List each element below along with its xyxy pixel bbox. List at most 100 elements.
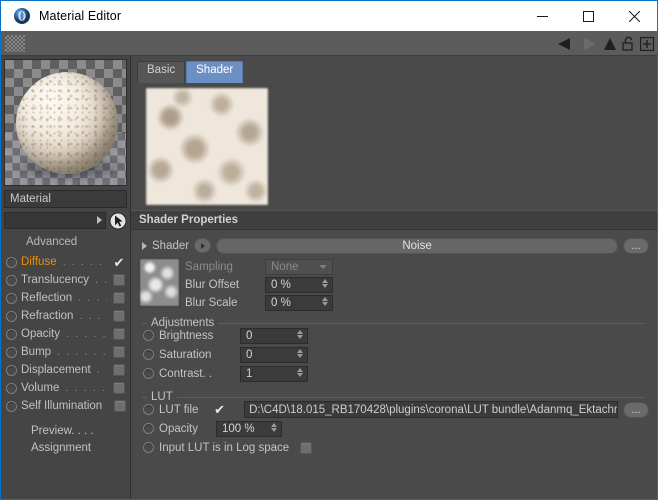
lut-file-path-input[interactable]: D:\C4D\18.015_RB170428\plugins\corona\LU… [244, 401, 618, 418]
maximize-icon[interactable] [565, 1, 611, 31]
contrast-stepper[interactable] [297, 367, 303, 377]
channel-dots: . . . [96, 364, 107, 376]
adjustments-body: Brightness 0 Saturation 0 Contrast. . 1 [139, 326, 649, 383]
channel-radio-icon[interactable] [6, 292, 17, 304]
channel-row-self-illumination[interactable]: Self Illumination [6, 397, 130, 415]
channel-row-translucency[interactable]: Translucency . . . [6, 271, 130, 289]
window-title: Material Editor [39, 9, 122, 23]
back-triangle-icon[interactable] [557, 31, 577, 56]
preview-sphere [16, 72, 118, 174]
lut-file-row: LUT file ✔ D:\C4D\18.015_RB170428\plugin… [143, 400, 649, 419]
channel-radio-icon[interactable] [6, 274, 17, 286]
channel-dots: . . . . . . . . [66, 328, 107, 340]
noise-texture-preview[interactable] [145, 87, 269, 206]
preview-link[interactable]: Preview. . . . [31, 425, 130, 442]
contrast-row: Contrast. . 1 [143, 364, 649, 383]
lut-file-checkbox[interactable]: ✔ [214, 403, 225, 416]
lut-opacity-row: Opacity 100 % [143, 419, 649, 438]
channel-list: Advanced Diffuse . . . . . . . . ✔ Trans… [1, 236, 130, 459]
saturation-input[interactable]: 0 [240, 346, 308, 363]
editor-body: Material Advanced Diffuse . . . . . ✔ Tr… [1, 56, 657, 499]
channel-radio-icon[interactable] [6, 310, 17, 322]
channel-checkbox[interactable] [113, 346, 125, 358]
lut-file-browse-button[interactable]: ... [623, 401, 649, 418]
shader-dropdown-icon[interactable] [194, 238, 212, 253]
material-name-field[interactable]: Material [4, 190, 127, 208]
sampling-fields: Sampling None Blur Offset 0 % Blur Scale… [185, 258, 333, 312]
blur-offset-input[interactable]: 0 % [265, 277, 333, 293]
sampling-select[interactable]: None [265, 259, 333, 275]
channel-row-opacity[interactable]: Opacity . . . . . . . . [6, 325, 130, 343]
brightness-label: Brightness [159, 329, 214, 342]
lut-file-label: LUT file [159, 403, 199, 416]
channel-checkbox[interactable] [113, 328, 125, 340]
lut-opacity-input[interactable]: 100 % [216, 420, 282, 437]
channel-checkbox[interactable]: ✔ [113, 256, 125, 269]
lut-log-space-label: Input LUT is in Log space [159, 441, 290, 454]
lock-open-icon[interactable] [622, 31, 635, 56]
channel-checkbox[interactable] [113, 364, 125, 376]
shader-browse-button[interactable]: ... [623, 237, 649, 254]
blur-scale-value: 0 % [271, 297, 291, 309]
channel-row-volume[interactable]: Volume . . . . . . . . [6, 379, 130, 397]
lut-opacity-radio-icon[interactable] [143, 423, 154, 434]
material-sphere-preview[interactable] [4, 59, 127, 186]
search-input[interactable] [4, 212, 106, 229]
blur-scale-stepper[interactable] [322, 297, 328, 306]
contrast-radio-icon[interactable] [143, 368, 154, 379]
blur-offset-value: 0 % [271, 279, 291, 291]
contrast-value: 1 [246, 367, 253, 380]
brightness-stepper[interactable] [297, 329, 303, 339]
channel-row-bump[interactable]: Bump . . . . . . . . . [6, 343, 130, 361]
channel-radio-icon[interactable] [6, 328, 17, 340]
chevron-right-icon [95, 212, 103, 230]
saturation-radio-icon[interactable] [143, 349, 154, 360]
channel-radio-icon[interactable] [6, 364, 17, 376]
channel-row-reflection[interactable]: Reflection . . . . . [6, 289, 130, 307]
channel-row-displacement[interactable]: Displacement . . . [6, 361, 130, 379]
blur-offset-stepper[interactable] [322, 279, 328, 288]
channel-radio-icon[interactable] [6, 256, 17, 268]
channel-radio-icon[interactable] [6, 346, 17, 358]
channel-section-label: Advanced [26, 236, 78, 248]
lut-opacity-stepper[interactable] [271, 422, 277, 432]
channel-label: Volume [21, 382, 60, 394]
lut-group: LUT LUT file ✔ D:\C4D\18.015_RB170428\pl… [139, 390, 649, 457]
add-panel-icon[interactable] [640, 31, 654, 56]
assignment-link[interactable]: Assignment [31, 442, 130, 459]
channel-dots: . . . . . . . . [65, 382, 107, 394]
channel-checkbox[interactable] [113, 310, 125, 322]
lut-log-space-radio-icon[interactable] [143, 442, 154, 453]
blur-scale-input[interactable]: 0 % [265, 295, 333, 311]
up-triangle-icon[interactable] [603, 31, 617, 56]
tab-shader[interactable]: Shader [186, 61, 244, 83]
cursor-picker-icon[interactable] [108, 211, 127, 230]
shader-properties-pane: Shader Noise ... Sampling None Blur Offs… [131, 230, 657, 457]
channel-checkbox[interactable] [113, 382, 125, 394]
adjustments-group: Adjustments Brightness 0 Saturation 0 Co… [139, 316, 649, 383]
channel-row-refraction[interactable]: Refraction . . . . . [6, 307, 130, 325]
noise-sampling-thumbnail[interactable] [139, 258, 180, 307]
channel-checkbox[interactable] [113, 292, 125, 304]
channel-checkbox[interactable] [114, 400, 127, 412]
channel-row-diffuse[interactable]: Diffuse . . . . . . . . ✔ [6, 253, 130, 271]
close-icon[interactable] [611, 1, 657, 31]
channel-radio-icon[interactable] [6, 382, 17, 394]
contrast-input[interactable]: 1 [240, 365, 308, 382]
saturation-stepper[interactable] [297, 348, 303, 358]
brightness-radio-icon[interactable] [143, 330, 154, 341]
expand-triangle-icon[interactable] [142, 241, 147, 250]
shader-preview-wrap [131, 83, 657, 210]
channel-checkbox[interactable] [113, 274, 125, 286]
lut-file-radio-icon[interactable] [143, 404, 154, 415]
forward-triangle-icon[interactable] [582, 31, 598, 56]
brightness-input[interactable]: 0 [240, 327, 308, 344]
shader-value-field[interactable]: Noise [216, 237, 618, 254]
minimize-icon[interactable] [519, 1, 565, 31]
lut-log-space-checkbox[interactable] [300, 441, 313, 454]
drag-grip-handle[interactable] [5, 34, 25, 52]
tab-basic[interactable]: Basic [137, 61, 186, 83]
channel-dots: . . . [94, 274, 107, 286]
channel-label: Self Illumination [21, 400, 103, 412]
channel-radio-icon[interactable] [6, 400, 17, 412]
